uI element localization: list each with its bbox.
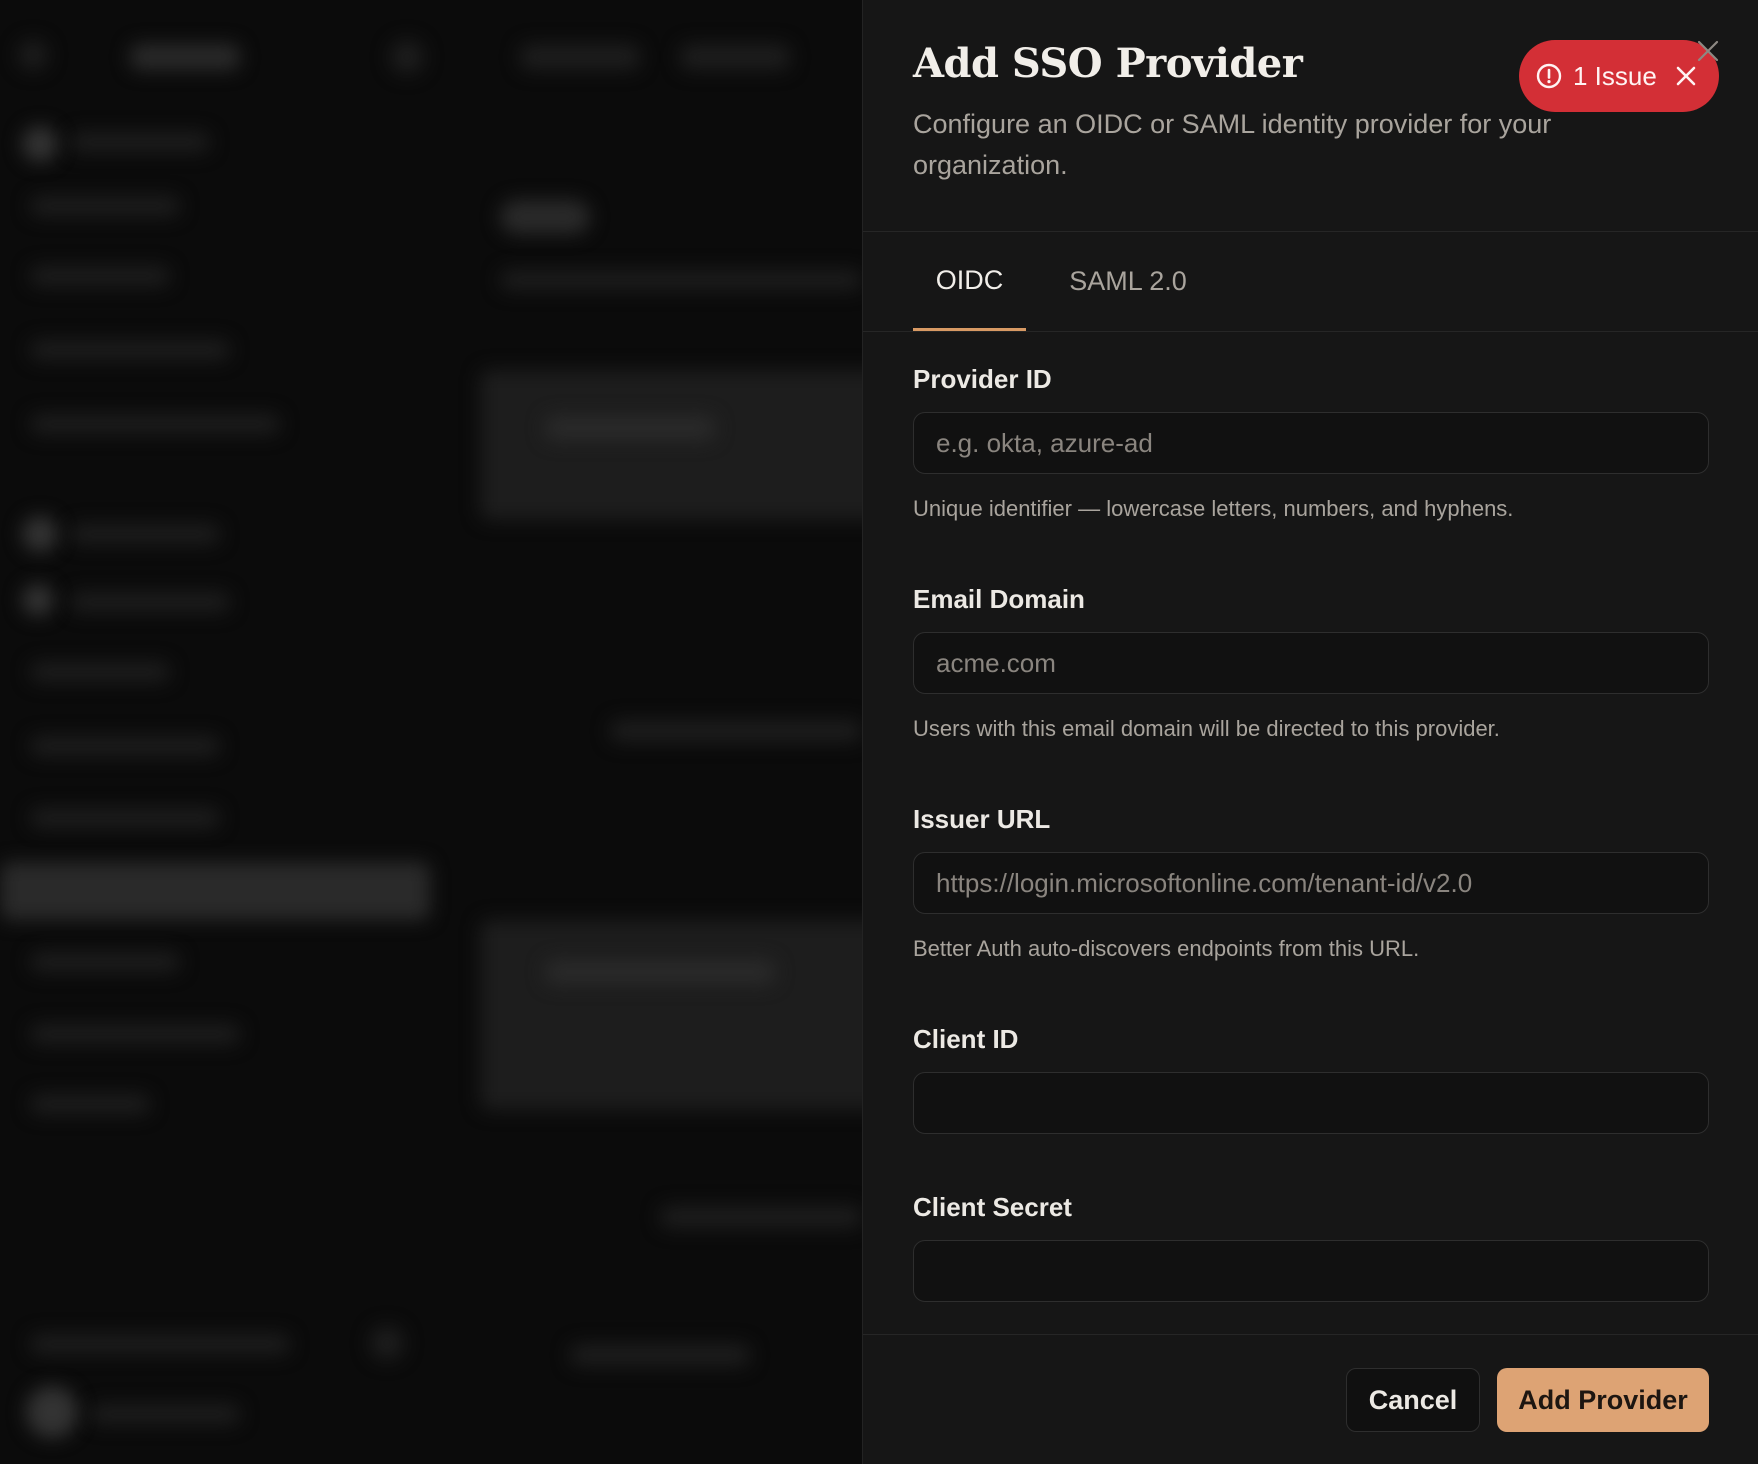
issuer-url-label: Issuer URL	[913, 804, 1051, 834]
add-sso-provider-sheet: Add SSO Provider Configure an OIDC or SA…	[862, 0, 1758, 1464]
blurred-text	[660, 1206, 862, 1228]
blurred-nav	[30, 340, 230, 360]
client-secret-input[interactable]	[913, 1240, 1709, 1302]
tab-oidc[interactable]: OIDC	[913, 232, 1026, 331]
blurred-avatar	[22, 516, 58, 552]
blurred-card	[480, 920, 862, 1110]
add-provider-button[interactable]: Add Provider	[1497, 1368, 1709, 1432]
provider-id-help: Unique identifier — lowercase letters, n…	[913, 496, 1514, 521]
provider-id-input[interactable]	[913, 412, 1709, 474]
client-id-input[interactable]	[913, 1072, 1709, 1134]
email-domain-label: Email Domain	[913, 584, 1085, 614]
issue-label: 1 Issue	[1573, 60, 1657, 91]
tab-saml[interactable]: SAML 2.0	[1063, 232, 1193, 330]
blurred-nav	[30, 808, 220, 828]
blurred-tab	[680, 44, 790, 70]
blurred-nav	[90, 1404, 240, 1424]
blurred-nav	[30, 1334, 290, 1354]
blurred-nav	[30, 952, 180, 972]
blurred-avatar	[26, 1386, 78, 1438]
email-domain-help: Users with this email domain will be dir…	[913, 716, 1500, 741]
blurred-text	[545, 960, 775, 984]
blurred-nav	[30, 196, 180, 216]
sheet-title: Add SSO Provider	[913, 40, 1303, 87]
blurred-icon	[390, 40, 424, 74]
blurred-nav	[30, 266, 170, 286]
sheet-subtitle: Configure an OIDC or SAML identity provi…	[913, 109, 1552, 180]
blurred-icon	[18, 40, 48, 70]
background-app	[0, 0, 862, 1464]
blurred-nav	[30, 662, 170, 682]
close-button[interactable]	[1691, 34, 1725, 68]
alert-circle-icon	[1535, 62, 1563, 90]
provider-id-label: Provider ID	[913, 364, 1052, 394]
blurred-badge	[500, 200, 590, 234]
blurred-nav	[30, 736, 220, 756]
blurred-nav	[30, 414, 280, 434]
client-secret-label: Client Secret	[913, 1192, 1072, 1222]
blurred-text	[570, 1344, 750, 1366]
blurred-avatar	[22, 584, 54, 616]
issuer-url-help: Better Auth auto-discovers endpoints fro…	[913, 936, 1420, 961]
issuer-url-input[interactable]	[913, 852, 1709, 914]
email-domain-input[interactable]	[913, 632, 1709, 694]
blurred-nav	[70, 132, 210, 152]
cancel-button[interactable]: Cancel	[1346, 1368, 1480, 1432]
client-id-label: Client ID	[913, 1024, 1019, 1054]
close-icon[interactable]	[1675, 65, 1697, 87]
blurred-nav-active	[0, 862, 430, 920]
blurred-nav	[30, 1094, 150, 1114]
blurred-avatar	[22, 126, 58, 162]
blurred-logo	[130, 44, 240, 70]
blurred-nav	[70, 524, 220, 544]
blurred-nav	[70, 592, 230, 612]
blurred-card	[480, 370, 862, 520]
blurred-tab	[520, 44, 640, 70]
issue-badge[interactable]: 1 Issue	[1519, 40, 1719, 112]
blurred-text	[610, 720, 862, 742]
blurred-text	[500, 270, 862, 290]
provider-type-tabs: OIDC SAML 2.0	[863, 232, 1758, 332]
blurred-icon	[370, 1326, 404, 1360]
blurred-nav	[30, 1024, 240, 1044]
blurred-text	[545, 416, 715, 440]
close-icon	[1697, 40, 1719, 62]
sheet-header: Add SSO Provider Configure an OIDC or SA…	[863, 0, 1758, 232]
